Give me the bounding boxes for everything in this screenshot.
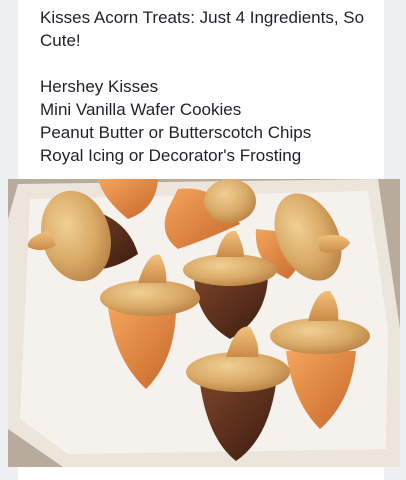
post-text: Kisses Acorn Treats: Just 4 Ingredients,… xyxy=(40,6,390,167)
ingredient-item: Hershey Kisses xyxy=(40,77,159,96)
post-title: Kisses Acorn Treats: Just 4 Ingredients,… xyxy=(40,8,365,50)
ingredient-list: Hershey Kisses Mini Vanilla Wafer Cookie… xyxy=(40,75,390,167)
photo-canvas xyxy=(8,179,400,467)
post-card: Kisses Acorn Treats: Just 4 Ingredients,… xyxy=(0,0,406,480)
ingredient-item: Royal Icing or Decorator's Frosting xyxy=(40,146,302,165)
acorn-treats-photo[interactable] xyxy=(8,179,400,467)
ingredient-item: Peanut Butter or Butterscotch Chips xyxy=(40,123,312,142)
ingredient-item: Mini Vanilla Wafer Cookies xyxy=(40,100,242,119)
